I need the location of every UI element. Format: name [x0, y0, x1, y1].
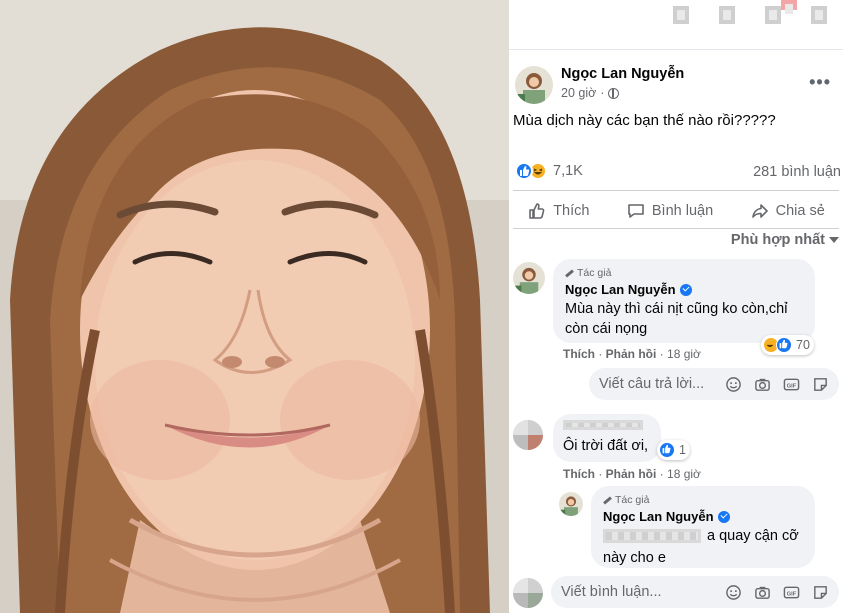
like-reaction-icon [659, 442, 675, 458]
comment-like-link[interactable]: Thích [563, 467, 595, 481]
share-label: Chia sẻ [775, 203, 825, 219]
comment-author[interactable]: Ngọc Lan Nguyễn [565, 282, 803, 297]
author-badge-label: Tác giả [615, 494, 650, 506]
comment-text-line: a quay cận cỡ [707, 528, 799, 544]
comment-meta: Thích · Phản hồi · 18 giờ [563, 347, 701, 361]
svg-text:GIF: GIF [787, 591, 797, 597]
comment-label: Bình luận [651, 203, 714, 219]
comment-input[interactable]: Viết bình luận... GIF [551, 576, 839, 608]
svg-text:GIF: GIF [787, 383, 797, 389]
comment-reaction-pill[interactable]: 70 [761, 335, 814, 355]
pen-icon [565, 268, 574, 278]
comment-text: Ôi trời đất ơi, [563, 438, 649, 454]
camera-icon[interactable] [754, 584, 771, 601]
blurred-top-icon [811, 6, 827, 24]
comment-text: a quay cận cỡ [603, 526, 803, 546]
blurred-author-name [563, 420, 643, 430]
post-time[interactable]: 20 giờ [561, 86, 596, 100]
sticker-icon[interactable] [812, 584, 829, 601]
like-reaction-icon [776, 337, 792, 353]
comment-meta: Thích · Phản hồi · 18 giờ [563, 467, 701, 481]
sticker-icon[interactable] [812, 376, 829, 393]
verified-badge-icon [717, 510, 730, 523]
three-dots-icon[interactable]: ••• [809, 72, 831, 93]
share-button[interactable]: Chia sẻ [750, 201, 825, 221]
comment-author-name[interactable]: Ngọc Lan Nguyễn [565, 282, 676, 297]
like-reaction-icon [515, 162, 533, 180]
blurred-mention [603, 529, 701, 543]
post-author-name[interactable]: Ngọc Lan Nguyễn [561, 66, 684, 82]
emoji-icon[interactable] [725, 376, 742, 393]
blurred-top-icon [673, 6, 689, 24]
comment-bubble: Ôi trời đất ơi, [553, 414, 661, 462]
reaction-count: 7,1K [553, 163, 583, 179]
comment-text: Mùa này thì cái nịt cũng ko còn,chỉ còn … [565, 299, 803, 339]
sort-label: Phù hợp nhất [730, 232, 825, 248]
comment-sort-dropdown[interactable]: Phù hợp nhất [731, 232, 839, 248]
post-action-bar: Thích Bình luận Chia sẻ [509, 196, 843, 226]
comment-reply-link[interactable]: Phản hồi [606, 467, 657, 481]
input-toolbar: GIF [725, 376, 839, 393]
current-user-avatar [513, 578, 543, 608]
reply-placeholder: Viết câu trả lời... [599, 376, 705, 392]
author-badge: Tác giả [603, 494, 803, 506]
blurred-top-icon [765, 6, 781, 24]
gif-icon[interactable]: GIF [783, 376, 800, 393]
divider [513, 190, 839, 191]
input-toolbar: GIF [725, 584, 839, 601]
commenter-avatar[interactable] [559, 492, 583, 516]
post-meta: 20 giờ · [561, 86, 620, 100]
commenter-avatar[interactable] [513, 420, 543, 450]
like-button[interactable]: Thích [527, 201, 589, 221]
selfie-image [0, 0, 509, 613]
reply-input[interactable]: Viết câu trả lời... GIF [589, 368, 839, 400]
author-avatar[interactable] [515, 66, 553, 104]
divider [513, 228, 839, 229]
gif-icon[interactable]: GIF [783, 584, 800, 601]
commenter-avatar[interactable] [513, 262, 545, 294]
comment-button[interactable]: Bình luận [626, 201, 713, 221]
reaction-summary[interactable]: 7,1K [515, 162, 583, 180]
comment-author[interactable]: Ngọc Lan Nguyễn [603, 509, 803, 524]
globe-icon [608, 87, 620, 99]
post-panel: Ngọc Lan Nguyễn 20 giờ · ••• Mùa dịch nà… [509, 0, 843, 613]
comment-placeholder: Viết bình luận... [561, 584, 662, 600]
emoji-icon[interactable] [725, 584, 742, 601]
comment-reaction-count: 70 [796, 338, 810, 352]
current-user-avatar [553, 370, 581, 398]
comment-reaction-count: 1 [679, 443, 686, 457]
comment-time[interactable]: 18 giờ [667, 347, 701, 361]
post-photo[interactable] [0, 0, 509, 613]
author-badge-label: Tác giả [577, 267, 612, 279]
comment-like-link[interactable]: Thích [563, 347, 595, 361]
post-text: Mùa dịch này các bạn thế nào rồi????? [513, 112, 776, 129]
verified-badge-icon [679, 283, 692, 296]
comment-bubble: Tác giả Ngọc Lan Nguyễn Mùa này thì cái … [553, 259, 815, 343]
comment-author-name[interactable]: Ngọc Lan Nguyễn [603, 509, 714, 524]
chevron-down-icon [829, 237, 839, 243]
share-icon [751, 204, 768, 218]
divider [509, 49, 843, 50]
blurred-top-icon [719, 6, 735, 24]
author-badge: Tác giả [565, 267, 803, 279]
thumbs-up-icon [529, 203, 545, 219]
comment-icon [628, 204, 644, 218]
like-label: Thích [553, 203, 590, 219]
comment-text-line: Mùa này thì cái nịt cũng ko còn,chỉ [565, 301, 788, 317]
comment-reaction-pill[interactable]: 1 [657, 440, 690, 460]
comment-reply-link[interactable]: Phản hồi [606, 347, 657, 361]
notification-badge [781, 0, 797, 14]
comment-bubble: Tác giả Ngọc Lan Nguyễn a quay cận cỡ nà… [591, 486, 815, 568]
pen-icon [603, 495, 612, 505]
comment-text-line: này cho e [603, 550, 666, 566]
camera-icon[interactable] [754, 376, 771, 393]
comment-count[interactable]: 281 bình luận [753, 164, 841, 180]
comment-time[interactable]: 18 giờ [667, 467, 701, 481]
